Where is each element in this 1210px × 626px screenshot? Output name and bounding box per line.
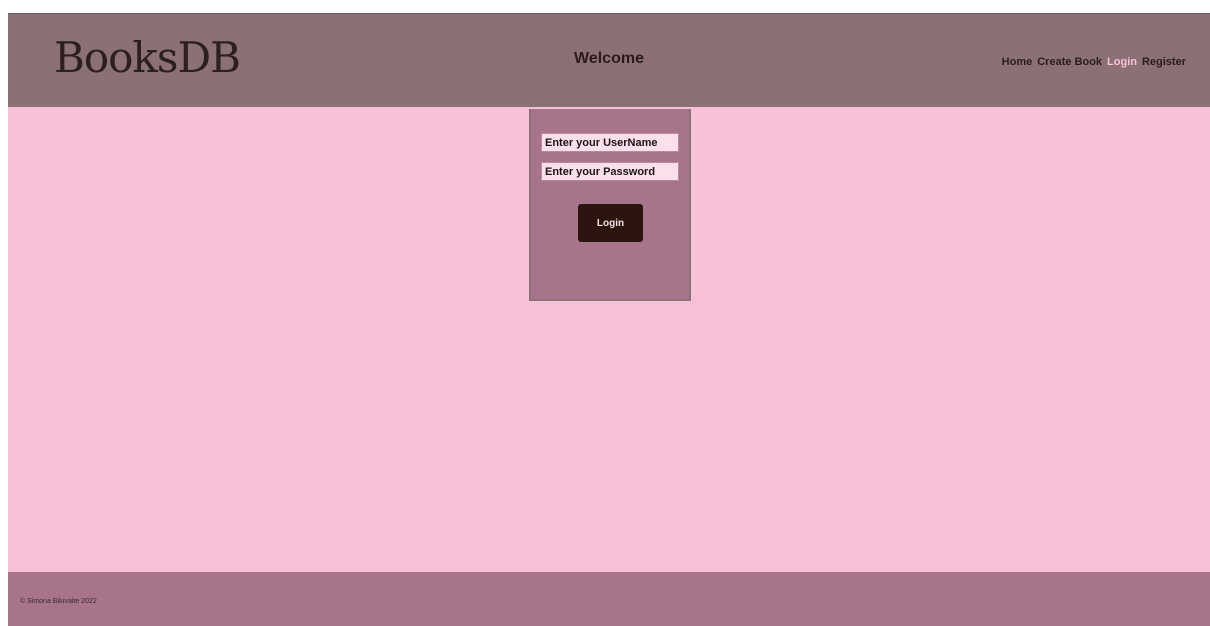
nav-link-login[interactable]: Login	[1107, 56, 1137, 68]
copyright-text: © Simona Biluvaite 2022	[20, 598, 97, 605]
main-nav: Home Create Book Login Register	[1002, 56, 1186, 68]
login-button[interactable]: Login	[578, 204, 643, 242]
nav-link-register[interactable]: Register	[1142, 56, 1186, 68]
nav-link-home[interactable]: Home	[1002, 56, 1033, 68]
site-footer: © Simona Biluvaite 2022	[8, 572, 1210, 626]
password-input[interactable]	[541, 162, 679, 181]
nav-link-create-book[interactable]: Create Book	[1037, 56, 1102, 68]
page-frame: BooksDB Welcome Home Create Book Login R…	[8, 13, 1210, 626]
login-form: Login	[529, 109, 691, 301]
site-header: BooksDB Welcome Home Create Book Login R…	[8, 14, 1210, 107]
username-input[interactable]	[541, 133, 679, 152]
